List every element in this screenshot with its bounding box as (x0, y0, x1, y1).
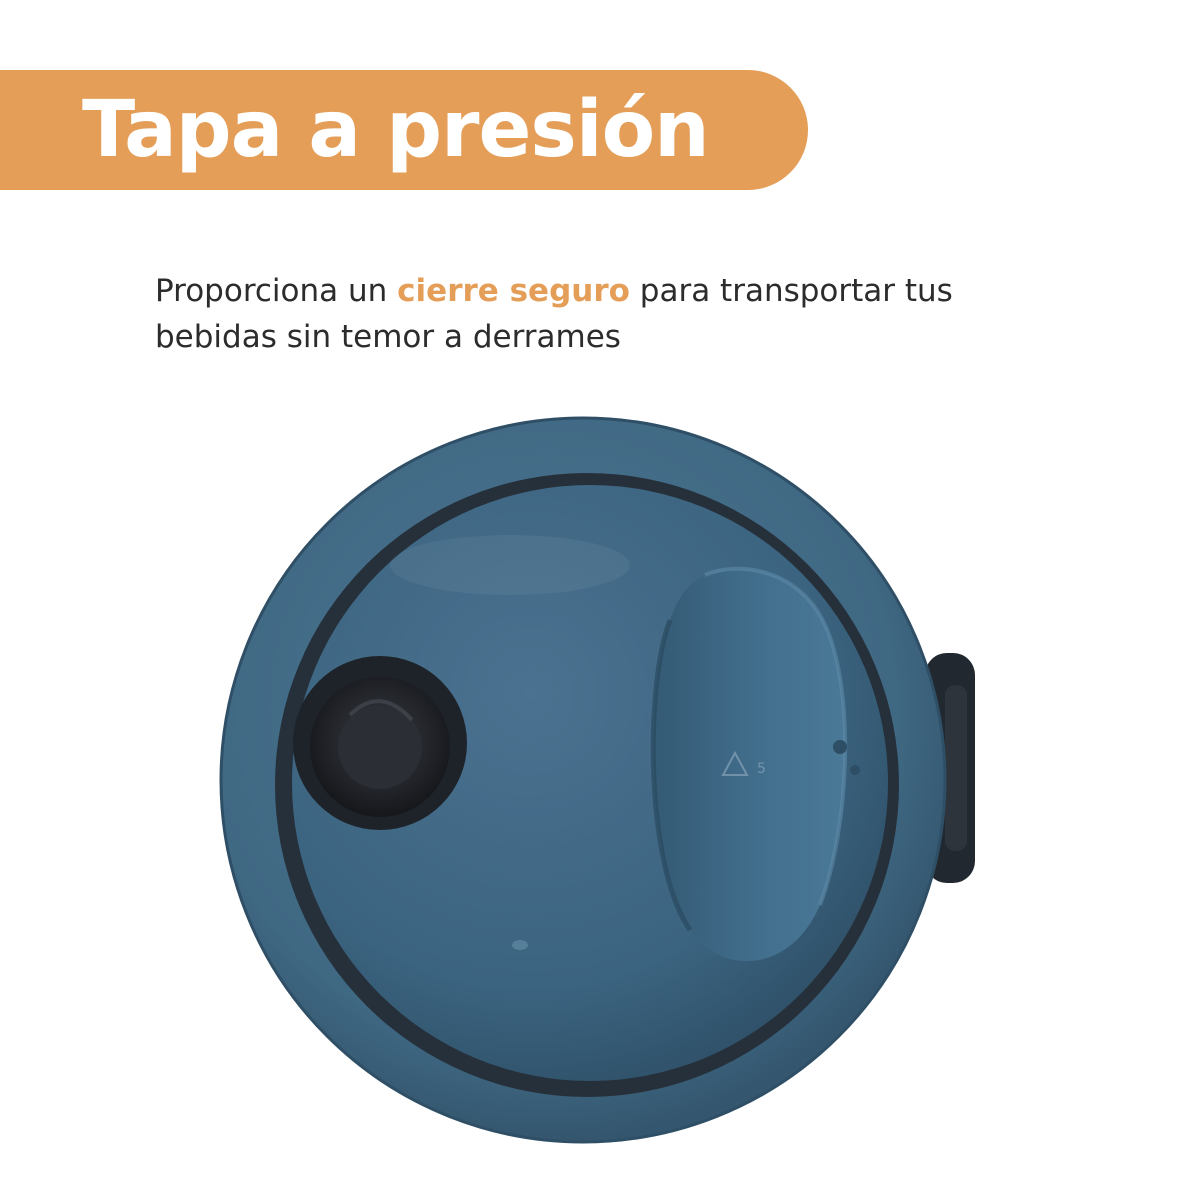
description-text-start: Proporciona un (155, 273, 398, 309)
banner-title: Tapa a presión (82, 85, 710, 175)
svg-text:5: 5 (757, 761, 766, 777)
title-banner: Tapa a presión (0, 70, 808, 190)
description-highlight: cierre seguro (397, 273, 630, 309)
press-button (653, 568, 846, 962)
description-text: Proporciona un cierre seguro para transp… (155, 268, 1075, 360)
vent-dot (833, 740, 847, 754)
product-image-lid: 5 (200, 385, 990, 1175)
lid-illustration: 5 (219, 416, 975, 1144)
